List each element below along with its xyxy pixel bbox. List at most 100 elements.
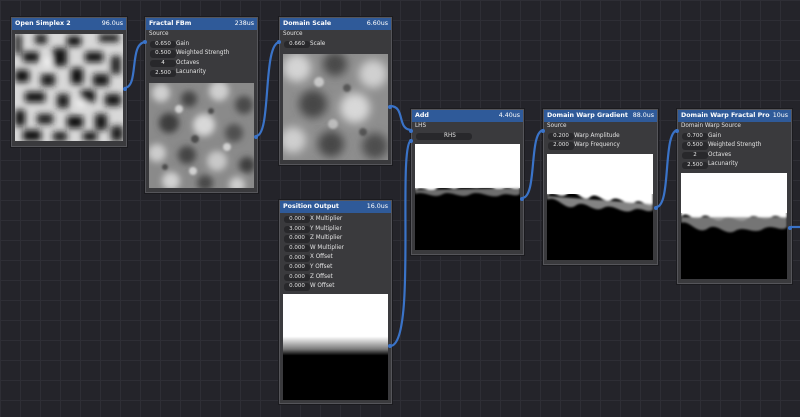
node-header[interactable]: Fractal FBm 238us xyxy=(146,18,257,30)
octaves-value[interactable]: 2 xyxy=(682,151,708,160)
node-header[interactable]: Domain Scale 6.60us xyxy=(280,18,391,30)
weighted-strength-value[interactable]: 0.500 xyxy=(682,142,708,150)
z-offset-value[interactable]: 0.000 xyxy=(284,273,310,281)
node-domain-warp-gradient[interactable]: Domain Warp Gradient 88.0us Source 0.200… xyxy=(541,109,658,265)
weighted-strength-value[interactable]: 0.500 xyxy=(150,50,176,58)
node-timing: 96.0us xyxy=(101,20,123,27)
octaves-row[interactable]: 2 Octaves xyxy=(678,151,791,161)
node-position-output[interactable]: Position Output 16.0us 0.000 X Multiplier… xyxy=(279,200,392,404)
wire-scale-to-add xyxy=(389,104,413,132)
output-port[interactable] xyxy=(388,105,392,109)
source-port[interactable] xyxy=(541,129,545,133)
output-port[interactable] xyxy=(520,197,524,201)
w-multiplier-value[interactable]: 0.000 xyxy=(284,244,310,253)
noise-preview xyxy=(15,34,123,141)
source-port[interactable] xyxy=(277,40,281,44)
node-header[interactable]: Position Output 16.0us xyxy=(280,201,391,213)
output-port[interactable] xyxy=(654,206,658,210)
scale-row[interactable]: 0.660 Scale xyxy=(280,40,391,50)
node-header[interactable]: Domain Warp Fractal Progressive 10us xyxy=(678,110,791,122)
noise-preview xyxy=(283,54,388,160)
output-port[interactable] xyxy=(788,226,792,230)
node-fractal-fbm[interactable]: Fractal FBm 238us Source 0.650 Gain 0.500… xyxy=(143,17,258,193)
y-offset-row[interactable]: 0.000 Y Offset xyxy=(280,263,391,273)
gradient-preview xyxy=(283,294,388,400)
x-multiplier-value[interactable]: 0.000 xyxy=(284,216,310,224)
lacunarity-row[interactable]: 2.500 Lacunarity xyxy=(146,68,257,78)
warp-frequency-value[interactable]: 2.000 xyxy=(548,142,574,150)
node-timing: 238us xyxy=(234,20,254,27)
source-input[interactable]: Source xyxy=(544,122,657,132)
output-port[interactable] xyxy=(123,87,127,91)
gain-value[interactable]: 0.700 xyxy=(682,132,708,140)
gain-row[interactable]: 0.700 Gain xyxy=(678,132,791,142)
source-port[interactable] xyxy=(143,40,147,44)
warp-preview xyxy=(547,154,653,260)
add-preview xyxy=(415,144,520,250)
octaves-row[interactable]: 4 Octaves xyxy=(146,59,257,69)
node-timing: 10us xyxy=(772,112,788,119)
w-offset-row[interactable]: 0.000 W Offset xyxy=(280,282,391,292)
x-offset-row[interactable]: 0.000 X Offset xyxy=(280,253,391,263)
rhs-input[interactable]: RHS xyxy=(412,132,523,142)
node-add[interactable]: Add 4.40us LHS RHS xyxy=(409,109,524,255)
source-input[interactable]: Source xyxy=(146,30,257,40)
node-title: Domain Warp Fractal Progressive xyxy=(681,112,770,119)
output-port[interactable] xyxy=(254,135,258,139)
warp-frequency-row[interactable]: 2.000 Warp Frequency xyxy=(544,141,657,151)
y-multiplier-row[interactable]: 3.000 Y Multiplier xyxy=(280,225,391,235)
node-title: Domain Warp Gradient xyxy=(547,112,628,119)
y-multiplier-value[interactable]: 3.000 xyxy=(284,225,310,233)
node-header[interactable]: Open Simplex 2 96.0us xyxy=(12,18,126,30)
node-title: Open Simplex 2 xyxy=(15,20,71,27)
node-timing: 16.0us xyxy=(366,203,388,210)
wire-simplex-to-fbm xyxy=(123,40,147,90)
weighted-strength-label: Weighted Strength xyxy=(176,50,230,57)
scale-value[interactable]: 0.660 xyxy=(284,40,310,48)
node-domain-scale[interactable]: Domain Scale 6.60us Source 0.660 Scale xyxy=(277,17,392,165)
rhs-port[interactable] xyxy=(409,139,413,143)
source-input[interactable]: Source xyxy=(280,30,391,40)
node-header[interactable]: Add 4.40us xyxy=(412,110,523,122)
scale-label: Scale xyxy=(310,40,326,47)
y-offset-value[interactable]: 0.000 xyxy=(284,264,310,272)
node-title: Add xyxy=(415,112,429,119)
lacunarity-value[interactable]: 2.500 xyxy=(150,69,176,77)
node-domain-warp-fractal-progressive[interactable]: Domain Warp Fractal Progressive 10us Dom… xyxy=(675,109,792,284)
domain-warp-source-input[interactable]: Domain Warp Source xyxy=(678,122,791,132)
weighted-strength-row[interactable]: 0.500 Weighted Strength xyxy=(146,49,257,59)
warp-amplitude-value[interactable]: 0.200 xyxy=(548,132,574,140)
weighted-strength-row[interactable]: 0.500 Weighted Strength xyxy=(678,141,791,151)
lacunarity-row[interactable]: 2.500 Lacunarity xyxy=(678,160,791,170)
lhs-input[interactable]: LHS xyxy=(412,122,523,132)
node-timing: 4.40us xyxy=(498,112,520,119)
lacunarity-value[interactable]: 2.500 xyxy=(682,161,708,169)
wire-position-to-add xyxy=(389,138,414,348)
lacunarity-label: Lacunarity xyxy=(176,69,206,76)
wire-gradient-to-fractal xyxy=(655,128,679,209)
node-open-simplex-2[interactable]: Open Simplex 2 96.0us xyxy=(11,17,127,147)
node-timing: 6.60us xyxy=(366,20,388,27)
w-offset-value[interactable]: 0.000 xyxy=(284,283,310,291)
node-title: Domain Scale xyxy=(283,20,332,27)
warp-amplitude-row[interactable]: 0.200 Warp Amplitude xyxy=(544,132,657,142)
gain-value[interactable]: 0.650 xyxy=(150,40,176,48)
x-multiplier-row[interactable]: 0.000 X Multiplier xyxy=(280,215,391,225)
lhs-port[interactable] xyxy=(409,129,413,133)
wire-add-to-gradient xyxy=(521,128,545,200)
source-port[interactable] xyxy=(675,129,679,133)
x-offset-value[interactable]: 0.000 xyxy=(284,254,310,262)
output-port[interactable] xyxy=(388,344,392,348)
noise-preview xyxy=(149,83,254,188)
node-timing: 88.0us xyxy=(632,112,654,119)
octaves-value[interactable]: 4 xyxy=(150,59,176,68)
z-multiplier-row[interactable]: 0.000 Z Multiplier xyxy=(280,234,391,244)
rhs-field[interactable]: RHS xyxy=(416,132,472,140)
z-multiplier-value[interactable]: 0.000 xyxy=(284,235,310,243)
gain-row[interactable]: 0.650 Gain xyxy=(146,40,257,50)
z-offset-row[interactable]: 0.000 Z Offset xyxy=(280,273,391,283)
node-title: Position Output xyxy=(283,203,339,210)
warp-fractal-preview xyxy=(681,173,787,279)
node-header[interactable]: Domain Warp Gradient 88.0us xyxy=(544,110,657,122)
w-multiplier-row[interactable]: 0.000 W Multiplier xyxy=(280,244,391,254)
